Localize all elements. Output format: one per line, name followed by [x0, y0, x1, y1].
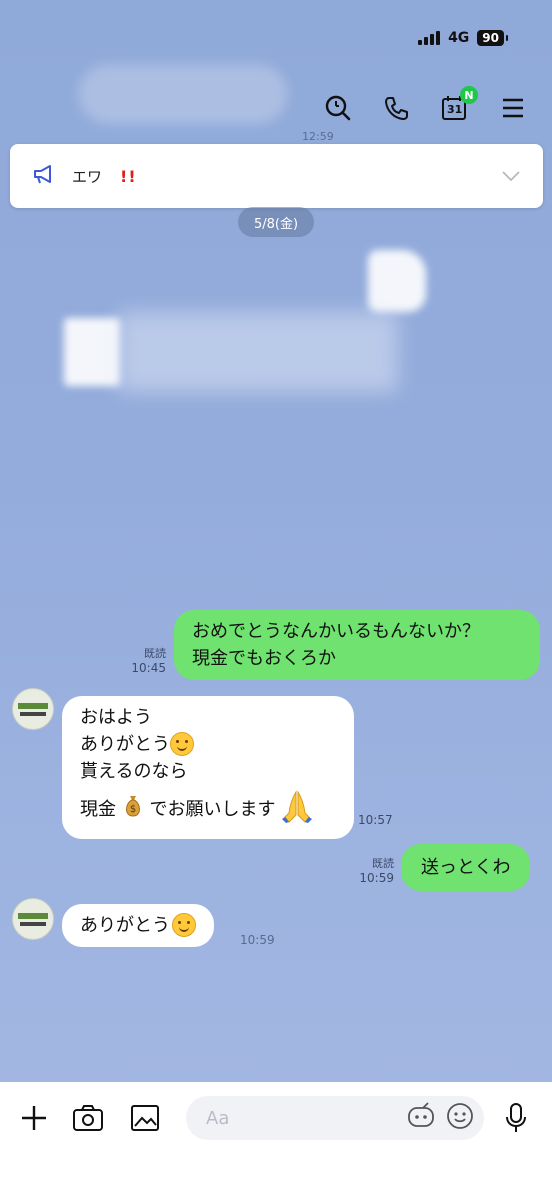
- chevron-down-icon[interactable]: [501, 167, 521, 186]
- message-line: おめでとうなんかいるもんないか？: [192, 621, 480, 642]
- message-time: 10:59: [240, 933, 275, 947]
- svg-text:$: $: [130, 804, 136, 815]
- status-bar: 4G 90: [418, 30, 508, 46]
- message-input-placeholder: Aa: [206, 1107, 230, 1129]
- avatar[interactable]: [12, 688, 54, 730]
- battery-icon: 90: [477, 30, 508, 46]
- faded-timestamp: 12:59: [302, 130, 334, 143]
- blurred-header-content: [78, 64, 288, 124]
- message-time: 10:59: [359, 871, 394, 885]
- message-bubble-outgoing[interactable]: 送っとくわ: [401, 844, 531, 891]
- blurred-image: [118, 312, 398, 392]
- signal-icon: [418, 31, 441, 45]
- message-bubble-outgoing[interactable]: おめでとうなんかいるもんないか？ 現金でもおくろか: [174, 610, 540, 680]
- message-line: 貰えるのなら: [80, 761, 188, 782]
- sticker-icon[interactable]: [406, 1102, 436, 1134]
- smile-icon: [170, 732, 194, 756]
- message-bubble-incoming[interactable]: おはよう ありがとう 貰えるのなら 現金 $ でお願いします: [62, 696, 354, 839]
- phone-icon[interactable]: [380, 92, 412, 124]
- announcement-banner[interactable]: エワ !!: [10, 144, 543, 208]
- announcement-text: エワ: [72, 167, 103, 186]
- network-label: 4G: [448, 30, 470, 46]
- message-bubble-incoming[interactable]: ありがとう: [62, 904, 214, 947]
- message-input[interactable]: Aa: [186, 1096, 484, 1140]
- search-icon[interactable]: [322, 92, 354, 124]
- camera-icon[interactable]: [70, 1100, 106, 1136]
- calendar-day: 31: [447, 103, 463, 116]
- read-receipt: 既読: [144, 647, 166, 660]
- message-meta: 既読 10:59: [350, 856, 394, 886]
- message-line: 送っとくわ: [421, 857, 511, 878]
- blurred-image: [368, 250, 426, 312]
- announcement-mark: !!: [120, 166, 137, 186]
- pray-icon: [281, 789, 313, 831]
- calendar-badge: N: [460, 86, 478, 104]
- message-line: 現金でもおくろか: [192, 648, 336, 669]
- message-line: ありがとう: [80, 915, 170, 936]
- message-line: おはよう: [80, 707, 152, 728]
- blurred-image: [64, 318, 120, 386]
- message-meta: 既読 10:45: [120, 646, 166, 676]
- message-time: 10:45: [131, 661, 166, 675]
- read-receipt: 既読: [372, 857, 394, 870]
- message-time: 10:57: [358, 813, 393, 827]
- image-icon[interactable]: [127, 1100, 163, 1136]
- message-line: ありがとう: [80, 734, 170, 755]
- emoji-icon[interactable]: [446, 1102, 474, 1134]
- smile-icon: [172, 913, 196, 937]
- message-line: 現金: [80, 799, 116, 820]
- money-bag-icon: $: [122, 794, 144, 826]
- calendar-icon[interactable]: 31 N: [438, 86, 478, 124]
- message-line: でお願いします: [149, 799, 276, 820]
- mic-icon[interactable]: [498, 1100, 534, 1136]
- megaphone-icon: [32, 163, 56, 189]
- avatar[interactable]: [12, 898, 54, 940]
- plus-icon[interactable]: [16, 1100, 52, 1136]
- date-separator: 5/8(金): [238, 207, 314, 237]
- menu-icon[interactable]: [497, 92, 529, 124]
